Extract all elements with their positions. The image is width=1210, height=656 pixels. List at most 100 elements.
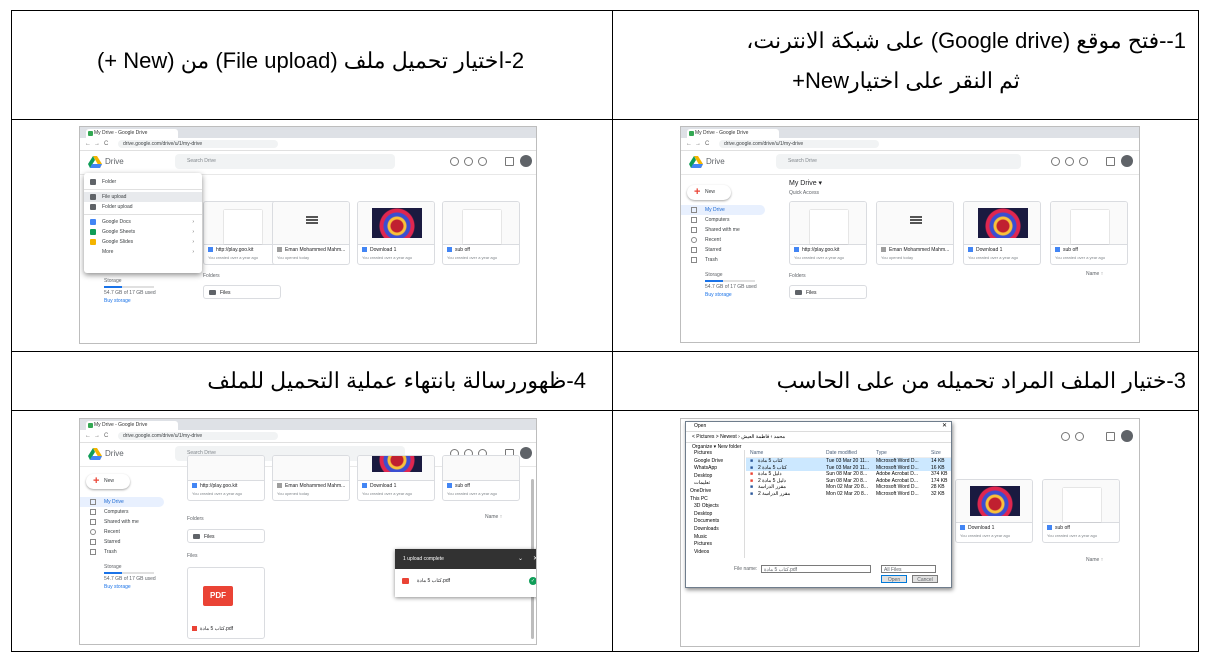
back-icon[interactable]: ←	[85, 141, 91, 147]
file-type-select[interactable]: All Files	[881, 565, 936, 573]
back-icon[interactable]: ←	[686, 141, 692, 147]
nav-item[interactable]: Documents	[686, 518, 744, 526]
nav-item[interactable]: Music	[686, 534, 744, 542]
avatar[interactable]	[1121, 430, 1133, 442]
settings-icon[interactable]	[464, 157, 473, 166]
file-card[interactable]: Eman Mohammed Mahm... You opened today	[272, 455, 350, 501]
my-drive-title[interactable]: My Drive ▾	[789, 179, 822, 187]
search-input[interactable]: Search Drive	[175, 154, 395, 169]
column-header[interactable]: Size	[931, 450, 941, 457]
file-card[interactable]: sub off You created over a year ago	[442, 201, 520, 265]
address-field[interactable]: drive.google.com/drive/u/1/my-drive	[118, 140, 278, 148]
sidebar-item-trash[interactable]: Trash	[681, 255, 766, 265]
menu-item-folder-upload[interactable]: Folder upload	[84, 202, 202, 212]
sidebar-item-computers[interactable]: Computers	[80, 507, 165, 517]
menu-item-google-sheets[interactable]: Google Sheets ›	[84, 227, 202, 237]
toast-file-row[interactable]: كتاب 5 مادة.pdf ✓	[395, 569, 536, 593]
avatar[interactable]	[1121, 155, 1133, 167]
buy-storage-link[interactable]: Buy storage	[681, 291, 766, 299]
help-icon[interactable]	[450, 157, 459, 166]
browser-tab[interactable]: My Drive - Google Drive	[687, 129, 779, 138]
nav-item[interactable]: Pictures	[686, 541, 744, 549]
address-field[interactable]: drive.google.com/drive/u/1/my-drive	[719, 140, 879, 148]
nav-item[interactable]: OneDrive	[686, 488, 744, 496]
uploaded-pdf-card[interactable]: PDF كتاب 5 مادة.pdf	[187, 567, 265, 639]
new-button[interactable]: + New	[687, 185, 731, 200]
address-field[interactable]: drive.google.com/drive/u/1/my-drive	[118, 432, 278, 440]
search-input[interactable]: Search Drive	[776, 154, 1021, 169]
nav-item[interactable]: Google Drive	[686, 458, 744, 466]
nav-item[interactable]: Pictures	[686, 450, 744, 458]
cancel-button[interactable]: Cancel	[912, 575, 938, 583]
folder-item[interactable]: Files	[187, 529, 265, 543]
file-card[interactable]: http://play.goo.kit You created over a ye…	[203, 201, 281, 265]
column-header[interactable]: Type	[876, 450, 887, 457]
nav-item[interactable]: Videos	[686, 549, 744, 557]
forward-icon[interactable]: →	[94, 433, 100, 439]
nav-item[interactable]: 3D Objects	[686, 503, 744, 511]
sidebar-item-trash[interactable]: Trash	[80, 547, 165, 557]
forward-icon[interactable]: →	[695, 141, 701, 147]
dialog-path-bar[interactable]: < Pictures > Newest › محمد › فاطمة العيش	[686, 431, 951, 443]
close-icon[interactable]: ✕	[533, 549, 536, 569]
support-icon[interactable]	[478, 157, 487, 166]
sidebar-item-my-drive[interactable]: My Drive	[681, 205, 765, 215]
sidebar-item-shared[interactable]: Shared with me	[681, 225, 766, 235]
file-row[interactable]: ■ مقرر الدراسة 2 Mon 02 Mar 20 8... Microso…	[746, 491, 951, 498]
nav-item[interactable]: This PC	[686, 496, 744, 504]
file-card[interactable]: sub off You created over a year ago	[1042, 479, 1120, 543]
open-button[interactable]: Open	[881, 575, 907, 583]
reload-icon[interactable]: C	[104, 433, 108, 439]
reload-icon[interactable]: C	[705, 141, 709, 147]
file-card[interactable]: http://play.goo.kit You created over a ye…	[789, 201, 867, 265]
menu-item-folder[interactable]: Folder	[84, 177, 202, 187]
file-card[interactable]: Download 1 You created over a year ago	[357, 201, 435, 265]
sidebar-item-recent[interactable]: Recent	[681, 235, 766, 245]
apps-grid-icon[interactable]	[505, 157, 514, 166]
close-icon[interactable]: ✕	[942, 422, 947, 431]
sidebar-item-shared[interactable]: Shared with me	[80, 517, 165, 527]
sidebar-item-starred[interactable]: Starred	[80, 537, 165, 547]
file-card[interactable]: sub off You created over a year ago	[442, 455, 520, 501]
folder-item[interactable]: Files	[789, 285, 867, 299]
sidebar-item-recent[interactable]: Recent	[80, 527, 165, 537]
file-name-input[interactable]: كتاب 5 مادة.pdf	[761, 565, 871, 573]
sort-name-button[interactable]: Name ↑	[1086, 557, 1103, 563]
sidebar-item-starred[interactable]: Starred	[681, 245, 766, 255]
file-card[interactable]: Download 1 You created over a year ago	[955, 479, 1033, 543]
browser-tab[interactable]: My Drive - Google Drive	[86, 129, 178, 138]
menu-item-file-upload[interactable]: File upload	[84, 192, 202, 202]
nav-item[interactable]: Desktop	[686, 511, 744, 519]
nav-item[interactable]: تعليمات	[686, 480, 744, 488]
nav-item[interactable]: Downloads	[686, 526, 744, 534]
menu-item-more[interactable]: More ›	[84, 247, 202, 257]
sidebar-item-computers[interactable]: Computers	[681, 215, 766, 225]
settings-icon[interactable]	[1065, 157, 1074, 166]
nav-item[interactable]: Desktop	[686, 473, 744, 481]
reload-icon[interactable]: C	[104, 141, 108, 147]
file-card[interactable]: Download 1 You created over a year ago	[357, 455, 435, 501]
collapse-icon[interactable]: ⌄	[518, 549, 523, 569]
back-icon[interactable]: ←	[85, 433, 91, 439]
forward-icon[interactable]: →	[94, 141, 100, 147]
nav-item[interactable]: WhatsApp	[686, 465, 744, 473]
menu-item-google-slides[interactable]: Google Slides ›	[84, 237, 202, 247]
menu-item-google-docs[interactable]: Google Docs ›	[84, 217, 202, 227]
sort-name-button[interactable]: Name ↑	[485, 514, 502, 520]
avatar[interactable]	[520, 155, 532, 167]
sidebar-item-my-drive[interactable]: My Drive	[80, 497, 164, 507]
buy-storage-link[interactable]: Buy storage	[80, 583, 165, 591]
file-card[interactable]: Eman Mohammed Mahm... You opened today	[876, 201, 954, 265]
settings-icon[interactable]	[1075, 432, 1084, 441]
file-card[interactable]: http://play.goo.kit You created over a ye…	[187, 455, 265, 501]
column-header[interactable]: Name	[750, 450, 763, 457]
browser-tab[interactable]: My Drive - Google Drive	[86, 421, 178, 430]
file-card[interactable]: sub off You created over a year ago	[1050, 201, 1128, 265]
column-header[interactable]: Date modified	[826, 450, 857, 457]
sort-name-button[interactable]: Name ↑	[1086, 271, 1103, 277]
apps-grid-icon[interactable]	[1106, 157, 1115, 166]
avatar[interactable]	[520, 447, 532, 459]
apps-grid-icon[interactable]	[1106, 432, 1115, 441]
buy-storage-link[interactable]: Buy storage	[80, 297, 165, 305]
help-icon[interactable]	[1061, 432, 1070, 441]
